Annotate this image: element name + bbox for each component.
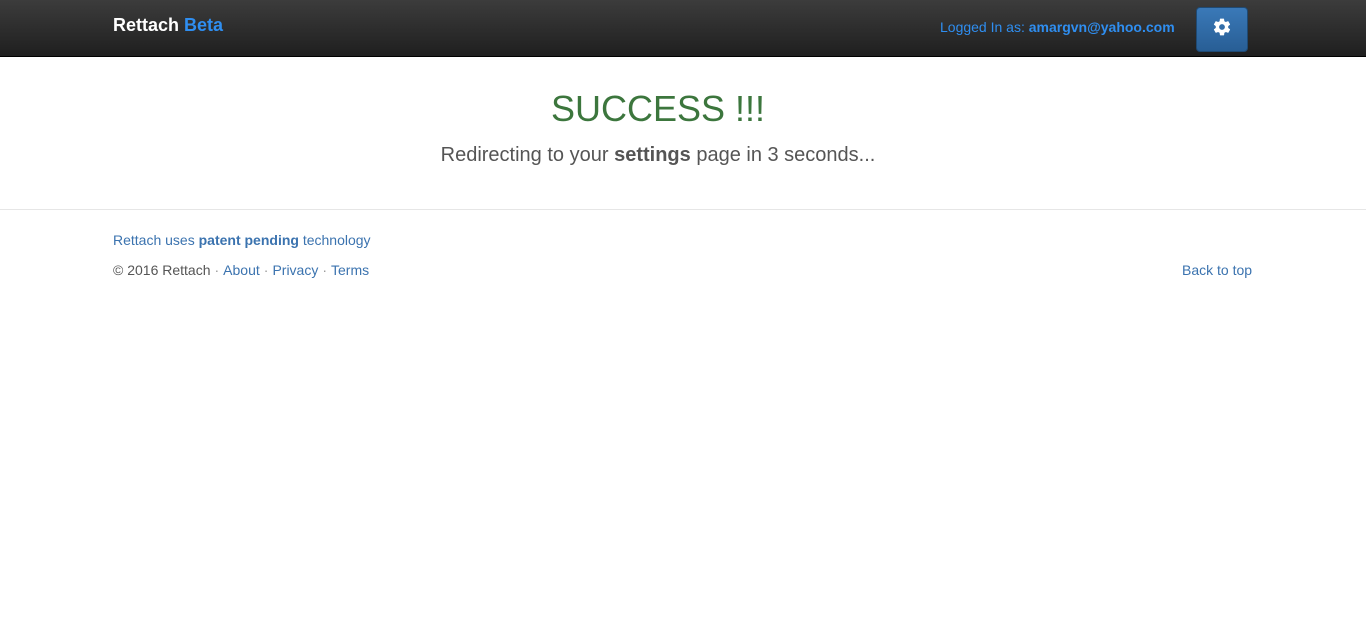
- main-content: SUCCESS !!! Redirecting to your settings…: [0, 57, 1366, 210]
- redirect-settings-word: settings: [614, 144, 691, 166]
- footer-links: © 2016 Rettach · About · Privacy · Terms: [113, 262, 369, 278]
- page-footer: Rettach uses patent pending technology ©…: [0, 210, 1366, 310]
- patent-notice: Rettach uses patent pending technology: [113, 232, 371, 248]
- redirect-prefix: Redirecting to your: [440, 144, 609, 166]
- gear-icon: [1212, 17, 1232, 42]
- patent-pending-text: patent pending: [198, 232, 299, 248]
- copyright-text: © 2016 Rettach: [113, 262, 211, 278]
- logged-in-label: Logged In as:: [940, 19, 1025, 35]
- redirect-message: Redirecting to your settings page in 3 s…: [0, 143, 1316, 167]
- brand-beta-label: Beta: [184, 15, 224, 35]
- brand-name: Rettach: [113, 15, 180, 35]
- separator-dot: ·: [322, 262, 328, 278]
- settings-button[interactable]: [1196, 7, 1248, 52]
- user-email: amargvn@yahoo.com: [1028, 19, 1175, 35]
- patent-prefix: Rettach uses: [113, 232, 195, 248]
- brand-logo-link[interactable]: Rettach Beta: [113, 15, 223, 36]
- separator-dot: ·: [263, 262, 269, 278]
- redirect-suffix: page in 3 seconds...: [696, 144, 876, 166]
- back-to-top-link[interactable]: Back to top: [1182, 262, 1252, 278]
- terms-link[interactable]: Terms: [331, 262, 369, 278]
- separator-dot: ·: [214, 262, 220, 278]
- logged-in-status: Logged In as: amargvn@yahoo.com: [940, 19, 1175, 35]
- success-heading: SUCCESS !!!: [550, 88, 766, 129]
- about-link[interactable]: About: [223, 262, 260, 278]
- patent-suffix: technology: [302, 232, 371, 248]
- privacy-link[interactable]: Privacy: [272, 262, 318, 278]
- top-navbar: Rettach Beta Logged In as: amargvn@yahoo…: [0, 0, 1366, 57]
